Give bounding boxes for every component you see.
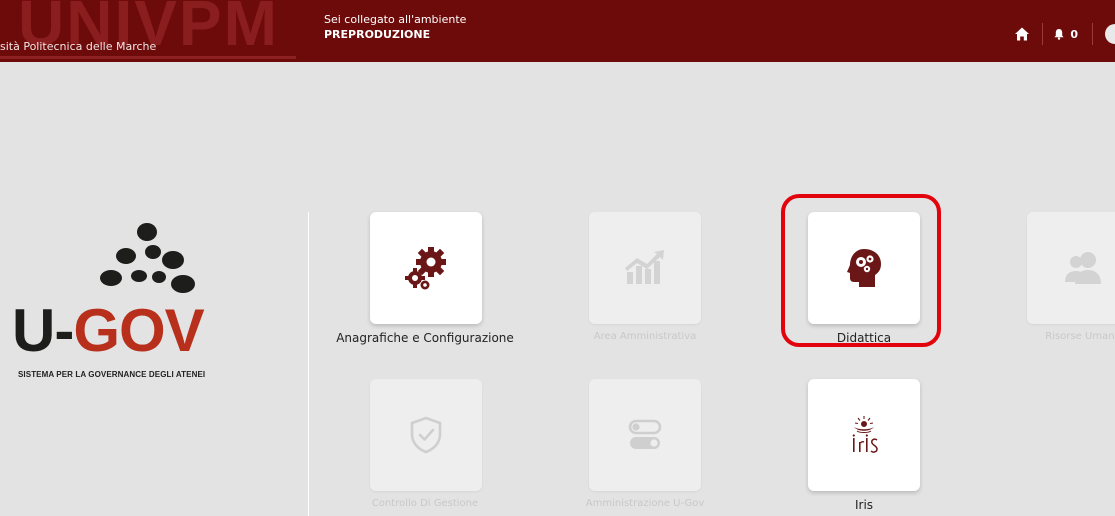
environment-info: Sei collegato all'ambiente PREPRODUZIONE [324, 12, 466, 42]
bell-icon [1054, 29, 1064, 40]
tile-amministrazione-ugov [589, 379, 701, 491]
gears-icon [405, 247, 446, 290]
u-gov-logo: U-GOV SISTEMA PER LA GOVERNANCE DEGLI AT… [0, 220, 300, 390]
vertical-divider [308, 212, 309, 516]
tile-label-area-amministrativa: Area Amministrativa [593, 331, 697, 342]
brand-underline [0, 56, 296, 59]
tile-risorse-umane [1027, 212, 1115, 324]
top-bar: UNIVPM sità Politecnica delle Marche Sei… [0, 0, 1115, 62]
separator [1042, 23, 1044, 45]
tile-label-amministrazione-ugov: Amministrazione U-Gov [585, 498, 705, 509]
university-name: sità Politecnica delle Marche [0, 40, 157, 53]
tile-label-anagrafiche[interactable]: Anagrafiche e Configurazione [305, 331, 545, 345]
environment-value: PREPRODUZIONE [324, 28, 431, 41]
logo-tagline: SISTEMA PER LA GOVERNANCE DEGLI ATENEI [18, 370, 206, 379]
bar-chart-icon [625, 250, 664, 284]
tile-label-risorse-umane: Risorse Umane [1045, 331, 1115, 342]
tile-controllo-gestione [370, 379, 482, 491]
users-icon [1065, 252, 1101, 284]
environment-label: Sei collegato all'ambiente [324, 13, 467, 26]
highlight-box [781, 194, 941, 347]
tile-anagrafiche[interactable] [370, 212, 482, 324]
top-actions: 0 [1014, 22, 1115, 46]
logo-wordmark: U-GOV [12, 296, 205, 365]
iris-logo-icon [852, 416, 878, 453]
tile-iris[interactable] [808, 379, 920, 491]
separator [1092, 23, 1093, 45]
toggles-icon [628, 419, 662, 449]
notifications-button[interactable]: 0 [1053, 28, 1078, 41]
logo-gov: GOV [73, 297, 204, 364]
notification-count: 0 [1070, 27, 1078, 41]
home-icon[interactable] [1014, 26, 1030, 42]
tile-label-iris[interactable]: Iris [744, 498, 984, 512]
tile-area-amministrativa [589, 212, 701, 324]
user-menu-button[interactable] [1105, 24, 1115, 44]
logo-u: U- [12, 297, 74, 364]
shield-check-icon [410, 416, 442, 454]
tile-label-controllo-gestione: Controllo Di Gestione [371, 498, 479, 509]
